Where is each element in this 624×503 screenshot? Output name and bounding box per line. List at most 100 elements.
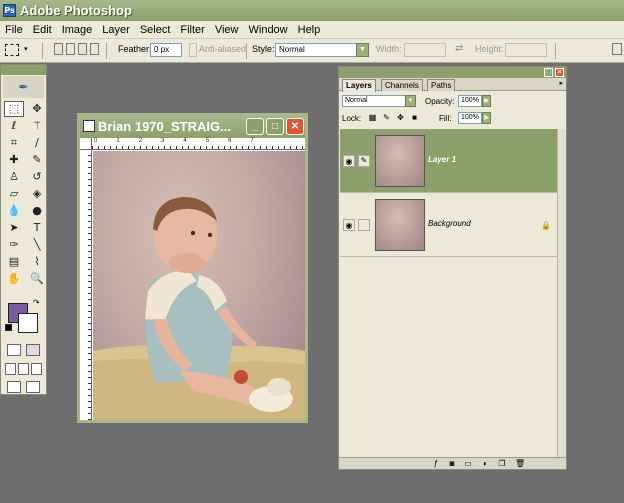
full-screen-mode-icon[interactable] xyxy=(31,363,42,375)
zoom-tool-icon[interactable]: 🔍 xyxy=(27,271,47,287)
menu-edit[interactable]: Edit xyxy=(28,24,57,36)
palette-close-button[interactable]: ✕ xyxy=(555,68,564,77)
blur-tool-icon[interactable]: 💧 xyxy=(4,203,24,219)
swap-colors-icon[interactable]: ↷ xyxy=(33,298,40,307)
ruler-origin[interactable] xyxy=(80,138,92,150)
new-group-icon[interactable]: ▭ xyxy=(463,459,473,468)
feather-input[interactable]: 0 px xyxy=(150,43,182,57)
layer-name[interactable]: Layer 1 xyxy=(428,155,456,164)
jump-to-imageready-icon[interactable] xyxy=(7,381,21,393)
vertical-ruler[interactable] xyxy=(80,150,92,420)
preset-dropdown-arrow-icon[interactable]: ▾ xyxy=(24,45,28,53)
menu-select[interactable]: Select xyxy=(135,24,176,36)
standard-mode-icon[interactable] xyxy=(7,344,21,356)
close-button[interactable]: ✕ xyxy=(286,118,304,135)
menu-filter[interactable]: Filter xyxy=(175,24,209,36)
lock-position-icon[interactable]: ✥ xyxy=(396,113,405,122)
anti-aliased-checkbox[interactable] xyxy=(189,43,197,57)
style-select[interactable]: Normal xyxy=(275,43,357,57)
new-selection-icon[interactable] xyxy=(54,43,63,55)
layer-row-layer-1[interactable]: ◉ ✎ Layer 1 xyxy=(340,129,557,193)
add-to-selection-icon[interactable] xyxy=(66,43,75,55)
menu-file[interactable]: File xyxy=(0,24,28,36)
paint-bucket-tool-icon[interactable]: ◈ xyxy=(27,186,47,202)
rectangular-marquee-preset-icon[interactable] xyxy=(5,44,19,56)
menu-help[interactable]: Help xyxy=(293,24,326,36)
path-selection-tool-icon[interactable]: ➤ xyxy=(4,220,24,236)
dodge-tool-icon[interactable]: ● xyxy=(27,203,47,219)
adjustment-layer-icon[interactable]: ◑ xyxy=(479,459,489,468)
type-tool-icon[interactable]: T xyxy=(27,220,47,236)
eyedropper-tool-icon[interactable]: ⌇ xyxy=(27,254,47,270)
swap-width-height-icon[interactable]: ⇄ xyxy=(455,43,463,54)
maximize-button[interactable]: □ xyxy=(266,118,284,135)
rectangular-marquee-tool-icon[interactable]: ⬚ xyxy=(4,101,24,117)
layer-row-background[interactable]: ◉ Background 🔒 xyxy=(340,193,557,257)
feather-logo-icon[interactable]: ✒ xyxy=(3,76,44,98)
new-layer-icon[interactable]: ❐ xyxy=(497,459,507,468)
slice-tool-icon[interactable]: ∕ xyxy=(27,135,47,151)
document-title-bar[interactable]: Brian 1970_STRAIG... _ □ ✕ xyxy=(80,116,305,138)
tab-channels[interactable]: Channels xyxy=(381,79,423,91)
baby-photo-image[interactable] xyxy=(93,151,305,420)
menu-window[interactable]: Window xyxy=(244,24,293,36)
delete-layer-icon[interactable]: 🗑 xyxy=(515,459,525,468)
blend-mode-dropdown-arrow-icon[interactable]: ▼ xyxy=(405,95,416,107)
layer-style-icon[interactable]: ƒ xyxy=(431,459,441,468)
healing-brush-tool-icon[interactable]: ✚ xyxy=(4,152,24,168)
layer-thumbnail[interactable] xyxy=(375,199,425,251)
intersect-selection-icon[interactable] xyxy=(90,43,99,55)
layers-scrollbar[interactable] xyxy=(557,129,566,459)
eraser-tool-icon[interactable]: ▱ xyxy=(4,186,24,202)
palette-menu-arrow-icon[interactable]: ▸ xyxy=(559,79,563,87)
tab-paths[interactable]: Paths xyxy=(427,79,456,91)
line-tool-icon[interactable]: ╲ xyxy=(27,237,47,253)
magic-wand-tool-icon[interactable]: ⚚ xyxy=(27,118,47,134)
layer-link-box[interactable] xyxy=(358,219,370,231)
red-ball xyxy=(234,370,248,384)
lock-all-icon[interactable]: ■ xyxy=(410,113,419,122)
default-colors-icon[interactable] xyxy=(5,324,12,331)
background-color-swatch[interactable] xyxy=(18,313,38,333)
lock-transparency-icon[interactable]: ▦ xyxy=(368,113,377,122)
blend-mode-select[interactable]: Normal xyxy=(342,95,406,107)
lock-pixels-icon[interactable]: ✎ xyxy=(382,113,391,122)
palette-minimize-button[interactable]: □ xyxy=(544,68,553,77)
menu-layer[interactable]: Layer xyxy=(97,24,135,36)
subtract-from-selection-icon[interactable] xyxy=(78,43,87,55)
history-brush-tool-icon[interactable]: ↺ xyxy=(27,169,47,185)
layer-brush-icon[interactable]: ✎ xyxy=(358,155,370,167)
clone-stamp-tool-icon[interactable]: ♙ xyxy=(4,169,24,185)
fill-input[interactable]: 100% xyxy=(458,112,482,124)
notes-tool-icon[interactable]: ▤ xyxy=(4,254,24,270)
hand-tool-icon[interactable]: ✋ xyxy=(4,271,24,287)
toolbox-title-bar[interactable] xyxy=(1,65,46,75)
add-mask-icon[interactable]: ◙ xyxy=(447,459,457,468)
lasso-tool-icon[interactable]: ℓ xyxy=(4,118,24,134)
brush-tool-icon[interactable]: ✎ xyxy=(27,152,47,168)
standard-screen-mode-icon[interactable] xyxy=(5,363,16,375)
layers-palette-title-bar[interactable]: □ ✕ xyxy=(339,67,566,78)
move-tool-icon[interactable]: ✥ xyxy=(27,101,47,117)
width-input[interactable] xyxy=(404,43,446,57)
photoshop-app-icon[interactable]: Ps xyxy=(3,4,16,17)
minimize-button[interactable]: _ xyxy=(246,118,264,135)
full-screen-menu-mode-icon[interactable] xyxy=(18,363,29,375)
fill-slider-arrow-icon[interactable]: ▶ xyxy=(482,112,491,124)
checkmark-icon[interactable] xyxy=(26,381,40,393)
height-input[interactable] xyxy=(505,43,547,57)
crop-tool-icon[interactable]: ⌗ xyxy=(4,135,24,151)
visibility-eye-icon[interactable]: ◉ xyxy=(343,219,355,231)
layer-thumbnail[interactable] xyxy=(375,135,425,187)
menu-image[interactable]: Image xyxy=(57,24,98,36)
opacity-slider-arrow-icon[interactable]: ▶ xyxy=(482,95,491,107)
quick-mask-mode-icon[interactable] xyxy=(26,344,40,356)
opacity-input[interactable]: 100% xyxy=(458,95,482,107)
style-dropdown-arrow-icon[interactable]: ▼ xyxy=(356,43,369,57)
menu-view[interactable]: View xyxy=(210,24,244,36)
palette-well-icon[interactable] xyxy=(612,43,622,55)
tab-layers[interactable]: Layers xyxy=(342,79,376,92)
layer-name[interactable]: Background xyxy=(428,219,471,228)
pen-tool-icon[interactable]: ✑ xyxy=(4,237,24,253)
visibility-eye-icon[interactable]: ◉ xyxy=(343,155,355,167)
